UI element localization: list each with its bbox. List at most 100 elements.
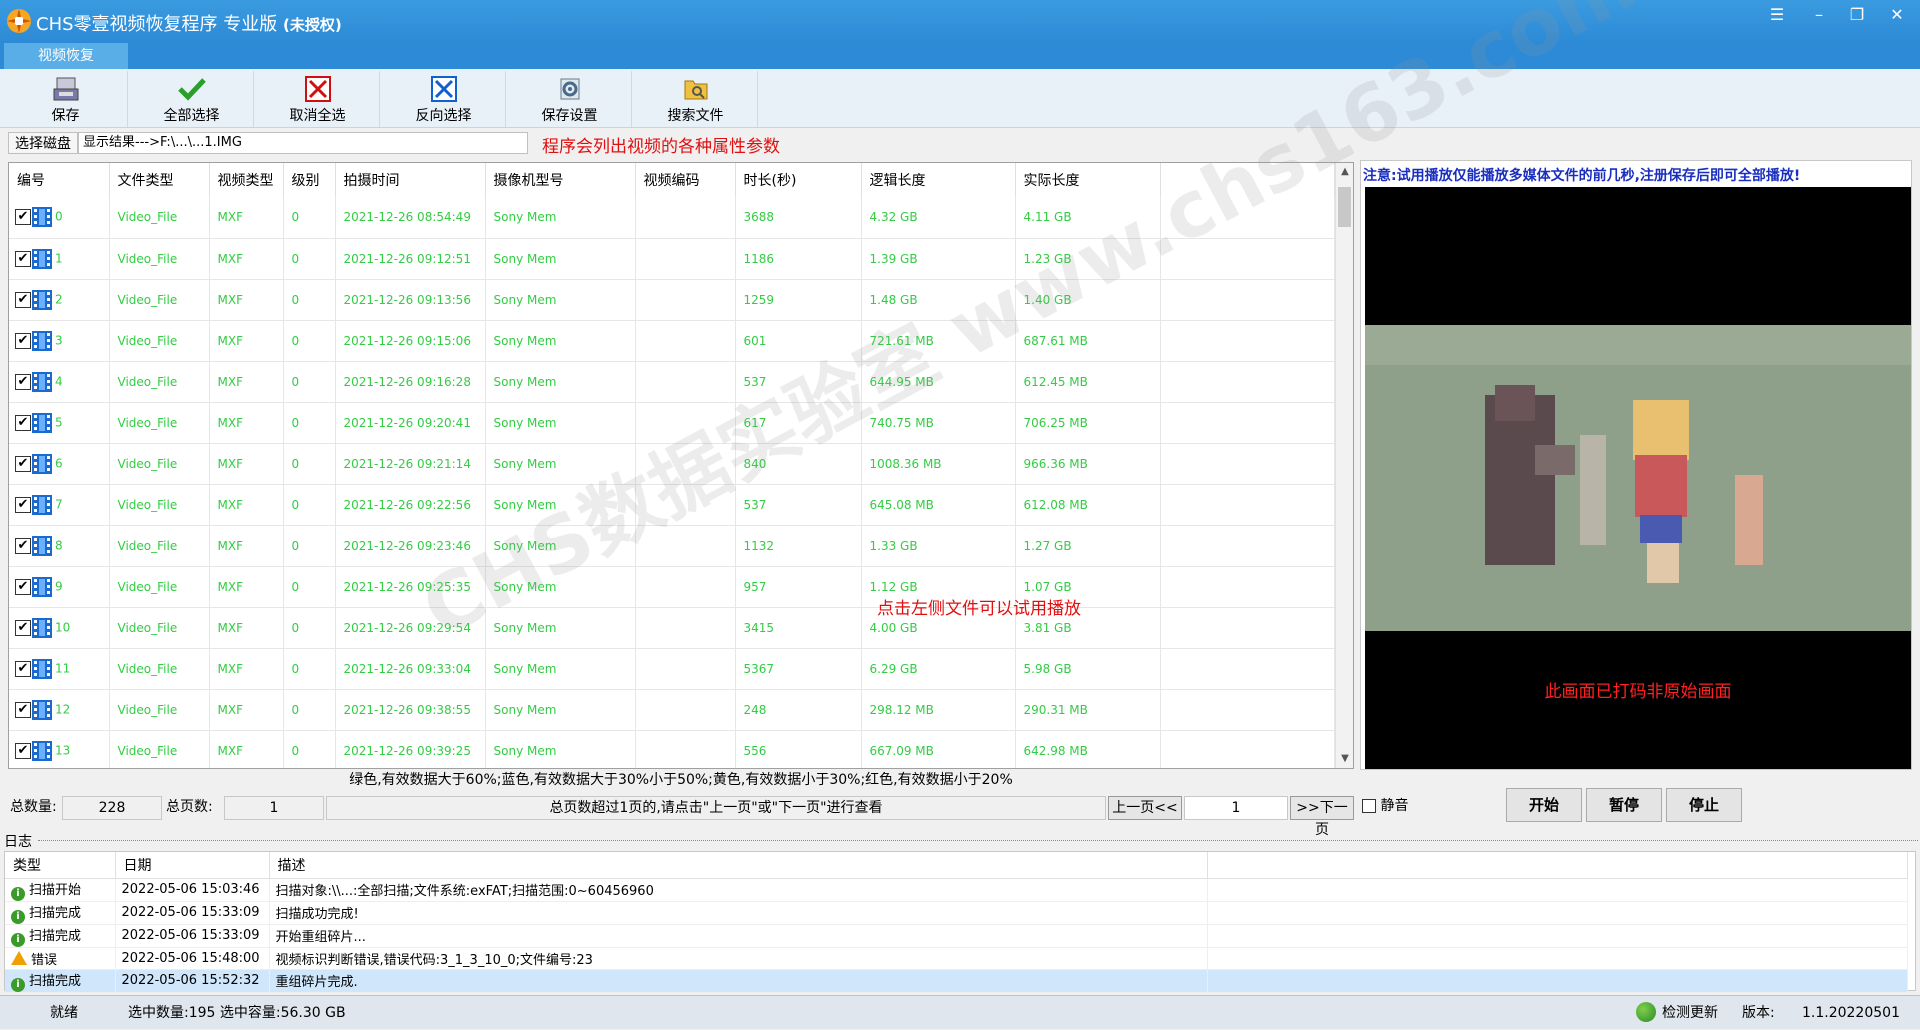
row-id-cell[interactable]: ✔ 11	[9, 648, 110, 690]
video-player[interactable]: 此画面已打码非原始画面	[1365, 187, 1911, 769]
table-row[interactable]: ✔ 4 Video_File MXF 0 2021-12-26 09:16:28 Sony …	[9, 361, 1335, 403]
save-button[interactable]: 保存	[4, 71, 128, 127]
column-header[interactable]: 视频类型	[209, 163, 284, 197]
cell-type: Video_File	[109, 607, 210, 649]
row-id-cell[interactable]: ✔ 12	[9, 689, 110, 731]
row-checkbox[interactable]: ✔	[15, 414, 31, 431]
tab-video-recovery[interactable]: 视频恢复	[4, 43, 128, 69]
scroll-thumb[interactable]	[1338, 187, 1351, 227]
annotation-click-to-play: 点击左侧文件可以试用播放	[877, 599, 1081, 619]
table-row[interactable]: ✔ 9 Video_File MXF 0 2021-12-26 09:25:35 Sony …	[9, 566, 1335, 608]
page-input[interactable]: 1	[1184, 796, 1288, 820]
table-row[interactable]: ✔ 12 Video_File MXF 0 2021-12-26 09:38:55 Sony…	[9, 689, 1335, 731]
cell-time: 2021-12-26 09:38:55	[335, 689, 486, 731]
column-header[interactable]: 视频编码	[635, 163, 736, 197]
table-row[interactable]: ✔ 13 Video_File MXF 0 2021-12-26 09:39:25 Sony…	[9, 730, 1335, 768]
row-id-cell[interactable]: ✔ 8	[9, 525, 110, 567]
cell-time: 2021-12-26 09:33:04	[335, 648, 486, 690]
mute-toggle[interactable]: 静音	[1362, 795, 1408, 815]
scroll-down-icon[interactable]: ▼	[1336, 750, 1353, 768]
row-checkbox[interactable]: ✔	[15, 496, 31, 513]
row-checkbox[interactable]: ✔	[15, 332, 31, 349]
column-header[interactable]: 摄像机型号	[485, 163, 636, 197]
row-id-cell[interactable]: ✔ 5	[9, 402, 110, 444]
row-id-cell[interactable]: ✔ 9	[9, 566, 110, 608]
select-all-button[interactable]: 全部选择	[130, 71, 254, 127]
table-row[interactable]: ✔ 0 Video_File MXF 0 2021-12-26 08:54:49 Sony …	[9, 197, 1335, 239]
column-header[interactable]: 编号	[9, 163, 110, 197]
row-checkbox[interactable]: ✔	[15, 578, 31, 595]
log-row[interactable]: i 扫描开始 2022-05-06 15:03:46 扫描对象:\\...:全部扫描;…	[5, 878, 1908, 902]
cell-camera: Sony Mem	[485, 402, 636, 444]
column-header[interactable]: 逻辑长度	[861, 163, 1016, 197]
row-checkbox[interactable]: ✔	[15, 455, 31, 472]
row-checkbox[interactable]: ✔	[15, 701, 31, 718]
scroll-up-icon[interactable]: ▲	[1336, 163, 1353, 181]
log-date: 2022-05-06 15:33:09	[115, 924, 270, 948]
mute-checkbox[interactable]	[1362, 799, 1376, 813]
menu-icon[interactable]: ☰	[1760, 4, 1794, 26]
title-bar: CHS零壹视频恢复程序 专业版 (未授权) ☰ – ❐ ✕	[0, 0, 1920, 43]
cell-level: 0	[283, 648, 336, 690]
table-row[interactable]: ✔ 1 Video_File MXF 0 2021-12-26 09:12:51 Sony …	[9, 238, 1335, 280]
row-checkbox[interactable]: ✔	[15, 291, 31, 308]
column-header[interactable]: 实际长度	[1015, 163, 1161, 197]
row-id-cell[interactable]: ✔ 13	[9, 730, 110, 768]
next-page-button[interactable]: >>下一页	[1290, 796, 1354, 838]
row-id-cell[interactable]: ✔ 0	[9, 197, 110, 239]
close-button[interactable]: ✕	[1880, 4, 1914, 26]
log-row[interactable]: i 扫描完成 2022-05-06 15:33:09 扫描成功完成!	[5, 901, 1908, 925]
table-row[interactable]: ✔ 3 Video_File MXF 0 2021-12-26 09:15:06 Sony …	[9, 320, 1335, 362]
row-checkbox[interactable]: ✔	[15, 209, 31, 226]
prev-page-button[interactable]: 上一页<<	[1108, 796, 1182, 820]
table-row[interactable]: ✔ 11 Video_File MXF 0 2021-12-26 09:33:04 Sony…	[9, 648, 1335, 690]
row-id-cell[interactable]: ✔ 1	[9, 238, 110, 280]
search-files-button[interactable]: 搜索文件	[634, 71, 758, 127]
row-checkbox[interactable]: ✔	[15, 537, 31, 554]
table-row[interactable]: ✔ 10 Video_File MXF 0 2021-12-26 09:29:54 Sony…	[9, 607, 1335, 649]
deselect-all-button[interactable]: 取消全选	[256, 71, 380, 127]
log-row[interactable]: i 扫描完成 2022-05-06 15:52:32 重组碎片完成.	[5, 969, 1908, 993]
minimize-button[interactable]: –	[1802, 4, 1836, 26]
row-id-cell[interactable]: ✔ 2	[9, 279, 110, 321]
invert-selection-button[interactable]: 反向选择	[382, 71, 506, 127]
table-row[interactable]: ✔ 5 Video_File MXF 0 2021-12-26 09:20:41 Sony …	[9, 402, 1335, 444]
table-row[interactable]: ✔ 7 Video_File MXF 0 2021-12-26 09:22:56 Sony …	[9, 484, 1335, 526]
row-id: 8	[55, 538, 63, 552]
select-disk-button[interactable]: 选择磁盘	[8, 132, 78, 154]
cell-vtype: MXF	[209, 607, 284, 649]
table-row[interactable]: ✔ 2 Video_File MXF 0 2021-12-26 09:13:56 Sony …	[9, 279, 1335, 321]
log-column-header[interactable]: 日期	[115, 852, 270, 879]
table-row[interactable]: ✔ 8 Video_File MXF 0 2021-12-26 09:23:46 Sony …	[9, 525, 1335, 567]
cell-actual: 1.40 GB	[1015, 279, 1161, 321]
row-id: 7	[55, 497, 63, 511]
row-id-cell[interactable]: ✔ 3	[9, 320, 110, 362]
vertical-scrollbar[interactable]: ▲ ▼	[1335, 163, 1353, 768]
pause-button[interactable]: 暂停	[1586, 788, 1662, 822]
stop-button[interactable]: 停止	[1666, 788, 1742, 822]
row-id-cell[interactable]: ✔ 4	[9, 361, 110, 403]
row-id-cell[interactable]: ✔ 7	[9, 484, 110, 526]
table-row[interactable]: ✔ 6 Video_File MXF 0 2021-12-26 09:21:14 Sony …	[9, 443, 1335, 485]
row-checkbox[interactable]: ✔	[15, 373, 31, 390]
row-checkbox[interactable]: ✔	[15, 619, 31, 636]
row-id-cell[interactable]: ✔ 10	[9, 607, 110, 649]
log-row[interactable]: i 扫描完成 2022-05-06 15:33:09 开始重组碎片...	[5, 924, 1908, 948]
check-update-link[interactable]: 检测更新	[1636, 996, 1718, 1030]
row-id-cell[interactable]: ✔ 6	[9, 443, 110, 485]
row-checkbox[interactable]: ✔	[15, 250, 31, 267]
column-header[interactable]: 级别	[283, 163, 336, 197]
log-column-header[interactable]: 描述	[269, 852, 1208, 879]
save-settings-button[interactable]: 保存设置	[508, 71, 632, 127]
cell-type: Video_File	[109, 361, 210, 403]
restore-button[interactable]: ❐	[1840, 4, 1874, 26]
column-header[interactable]: 时长(秒)	[735, 163, 862, 197]
column-header[interactable]: 文件类型	[109, 163, 210, 197]
log-column-header[interactable]: 类型	[5, 852, 116, 879]
row-checkbox[interactable]: ✔	[15, 660, 31, 677]
column-header[interactable]: 拍摄时间	[335, 163, 486, 197]
row-checkbox[interactable]: ✔	[15, 742, 31, 759]
start-button[interactable]: 开始	[1506, 788, 1582, 822]
log-row[interactable]: 错误 2022-05-06 15:48:00 视频标识判断错误,错误代码:3_1_3…	[5, 947, 1908, 970]
app-title: CHS零壹视频恢复程序 专业版	[36, 14, 278, 35]
